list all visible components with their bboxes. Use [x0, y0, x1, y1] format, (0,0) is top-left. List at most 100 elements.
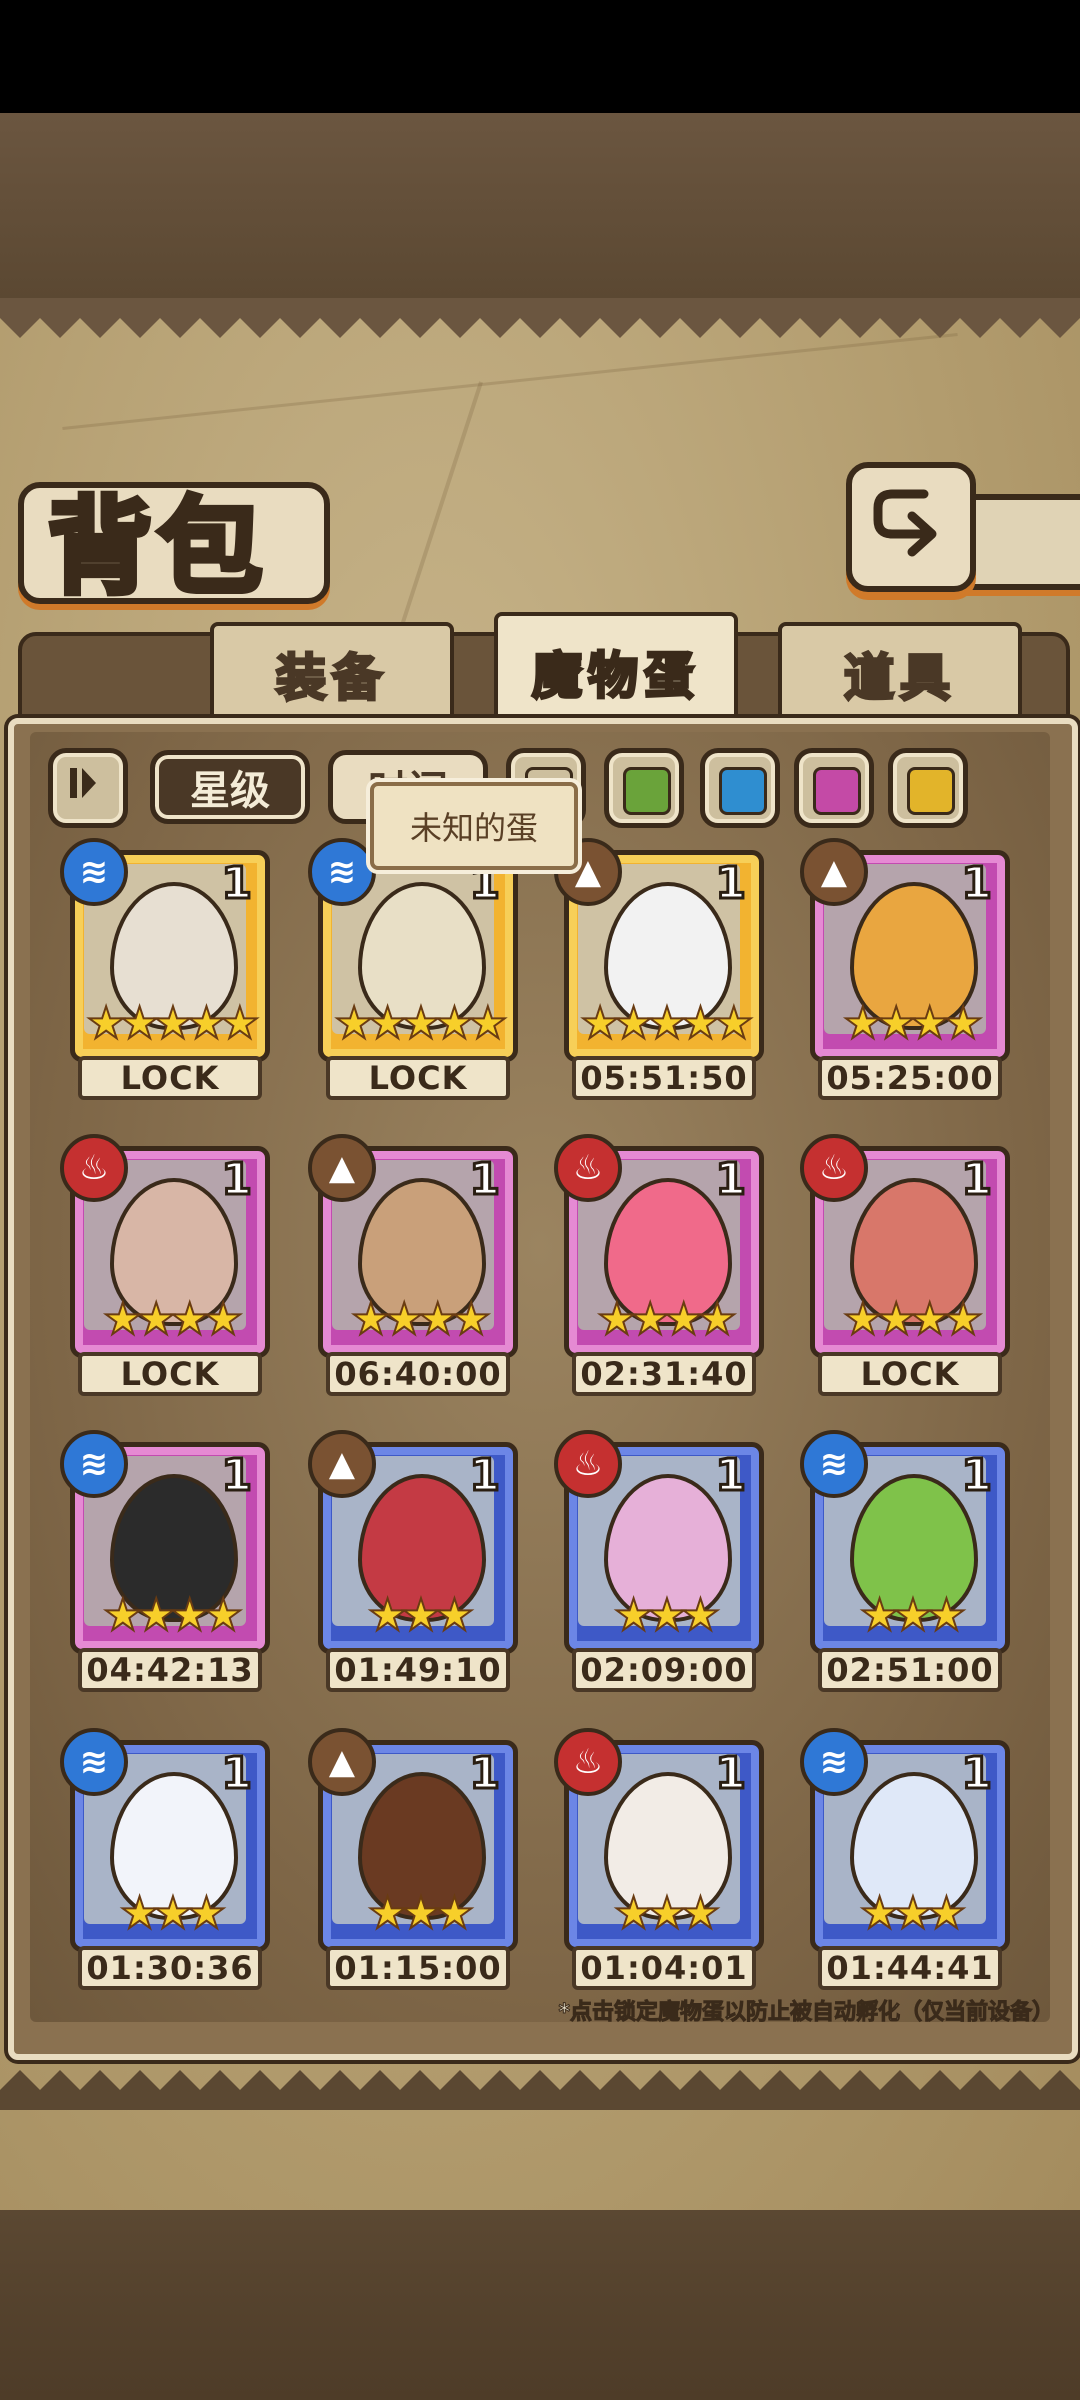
earth-element-icon: ▲ — [308, 1430, 376, 1498]
egg-status[interactable]: 01:44:41 — [818, 1946, 1002, 1990]
egg-count: 1 — [220, 1153, 254, 1207]
egg-card[interactable]: ≋ 1 ★★★★ 04:42:13 — [60, 1430, 270, 1692]
egg-count: 1 — [960, 1747, 994, 1801]
egg-count: 1 — [714, 1449, 748, 1503]
fire-element-icon: ♨ — [554, 1430, 622, 1498]
star-rating: ★★★ — [367, 1887, 475, 1940]
star-rating: ★★★★★ — [85, 997, 260, 1050]
back-arrow-icon — [873, 489, 937, 557]
egg-status[interactable]: 01:04:01 — [572, 1946, 756, 1990]
zigzag-border-top — [0, 298, 1080, 338]
egg-card[interactable]: ≋ 1 ★★★ 01:44:41 — [800, 1728, 1010, 1990]
status-bar — [0, 0, 1080, 113]
egg-card[interactable]: ▲ 1 ★★★ 01:49:10 — [308, 1430, 518, 1692]
zigzag-border-bottom — [0, 2070, 1080, 2110]
filter-color-yellow[interactable] — [888, 748, 968, 828]
water-element-icon: ≋ — [308, 838, 376, 906]
egg-card[interactable]: ♨ 1 ★★★ 02:09:00 — [554, 1430, 764, 1692]
star-rating: ★★★ — [859, 1589, 967, 1642]
egg-count: 1 — [714, 1153, 748, 1207]
tab-monster-egg[interactable]: 魔物蛋 — [494, 612, 738, 732]
tab-items[interactable]: 道具 — [778, 622, 1022, 726]
filter-color-purple[interactable] — [794, 748, 874, 828]
fire-element-icon: ♨ — [554, 1728, 622, 1796]
egg-count: 1 — [960, 857, 994, 911]
star-rating: ★★★ — [613, 1589, 721, 1642]
star-rating: ★★★ — [859, 1887, 967, 1940]
lock-hint-text: *点击锁定魔物蛋以防止被自动孵化（仅当前设备） — [558, 2000, 1055, 2026]
egg-status[interactable]: LOCK — [78, 1056, 262, 1100]
egg-status[interactable]: 01:15:00 — [326, 1946, 510, 1990]
tab-label: 道具 — [843, 648, 956, 709]
egg-card[interactable]: ≋ 1 ★★★★★ LOCK — [60, 838, 270, 1100]
egg-status[interactable]: 02:51:00 — [818, 1648, 1002, 1692]
star-rating: ★★★★ — [350, 1293, 492, 1346]
egg-card[interactable]: ≋ 1 ★★★ 01:30:36 — [60, 1728, 270, 1990]
star-rating: ★★★★ — [842, 997, 984, 1050]
egg-count: 1 — [220, 857, 254, 911]
star-rating: ★★★★★ — [333, 997, 508, 1050]
egg-status[interactable]: 05:51:50 — [572, 1056, 756, 1100]
egg-count: 1 — [960, 1153, 994, 1207]
background-map-bottom — [0, 2210, 1080, 2400]
page-title: 背包 — [45, 482, 269, 611]
filter-color-blue[interactable] — [700, 748, 780, 828]
egg-card[interactable]: ▲ 1 ★★★ 01:15:00 — [308, 1728, 518, 1990]
egg-card[interactable]: ≋ 1 ★★★ 02:51:00 — [800, 1430, 1010, 1692]
color-swatch — [907, 767, 955, 815]
star-rating: ★★★★ — [102, 1293, 244, 1346]
water-element-icon: ≋ — [800, 1728, 868, 1796]
tab-equipment[interactable]: 装备 — [210, 622, 454, 726]
egg-card[interactable]: ▲ 1 ★★★★★ 05:51:50 — [554, 838, 764, 1100]
water-element-icon: ≋ — [60, 1430, 128, 1498]
tab-label: 装备 — [275, 648, 388, 709]
egg-card[interactable]: ♨ 1 ★★★★ LOCK — [60, 1134, 270, 1396]
fire-element-icon: ♨ — [800, 1134, 868, 1202]
collapse-icon — [70, 768, 96, 798]
star-rating: ★★★ — [367, 1589, 475, 1642]
water-element-icon: ≋ — [60, 1728, 128, 1796]
fire-element-icon: ♨ — [60, 1134, 128, 1202]
water-element-icon: ≋ — [800, 1430, 868, 1498]
color-swatch — [623, 767, 671, 815]
egg-status[interactable]: 05:25:00 — [818, 1056, 1002, 1100]
star-rating: ★★★ — [613, 1887, 721, 1940]
star-rating: ★★★★ — [596, 1293, 738, 1346]
egg-status[interactable]: 04:42:13 — [78, 1648, 262, 1692]
egg-count: 1 — [714, 857, 748, 911]
egg-card[interactable]: ♨ 1 ★★★ 01:04:01 — [554, 1728, 764, 1990]
star-rating: ★★★ — [119, 1887, 227, 1940]
collapse-filter-button[interactable] — [48, 748, 128, 828]
earth-element-icon: ▲ — [308, 1134, 376, 1202]
egg-card[interactable]: ♨ 1 ★★★★ LOCK — [800, 1134, 1010, 1396]
star-rating: ★★★★★ — [579, 997, 754, 1050]
earth-element-icon: ▲ — [308, 1728, 376, 1796]
egg-card[interactable]: ▲ 1 ★★★★ 05:25:00 — [800, 838, 1010, 1100]
egg-status[interactable]: 01:49:10 — [326, 1648, 510, 1692]
egg-status[interactable]: 02:31:40 — [572, 1352, 756, 1396]
egg-status[interactable]: 06:40:00 — [326, 1352, 510, 1396]
egg-status[interactable]: LOCK — [818, 1352, 1002, 1396]
background-map-top — [0, 113, 1080, 298]
egg-tooltip: 未知的蛋 — [370, 782, 578, 870]
egg-card[interactable]: ▲ 1 ★★★★ 06:40:00 — [308, 1134, 518, 1396]
egg-card[interactable]: ≋ 1 ★★★★★ LOCK — [308, 838, 518, 1100]
egg-status[interactable]: LOCK — [78, 1352, 262, 1396]
sort-by-star-button[interactable]: 星级 — [150, 750, 310, 824]
back-button[interactable] — [846, 462, 976, 592]
egg-status[interactable]: 02:09:00 — [572, 1648, 756, 1692]
egg-card[interactable]: ♨ 1 ★★★★ 02:31:40 — [554, 1134, 764, 1396]
egg-count: 1 — [960, 1449, 994, 1503]
egg-count: 1 — [468, 1747, 502, 1801]
back-button-extension — [960, 494, 1080, 590]
tab-label: 魔物蛋 — [531, 646, 700, 707]
star-rating: ★★★★ — [102, 1589, 244, 1642]
egg-status[interactable]: 01:30:36 — [78, 1946, 262, 1990]
egg-count: 1 — [468, 1153, 502, 1207]
color-swatch — [813, 767, 861, 815]
egg-count: 1 — [468, 1449, 502, 1503]
egg-count: 1 — [714, 1747, 748, 1801]
egg-status[interactable]: LOCK — [326, 1056, 510, 1100]
filter-color-green[interactable] — [604, 748, 684, 828]
earth-element-icon: ▲ — [800, 838, 868, 906]
